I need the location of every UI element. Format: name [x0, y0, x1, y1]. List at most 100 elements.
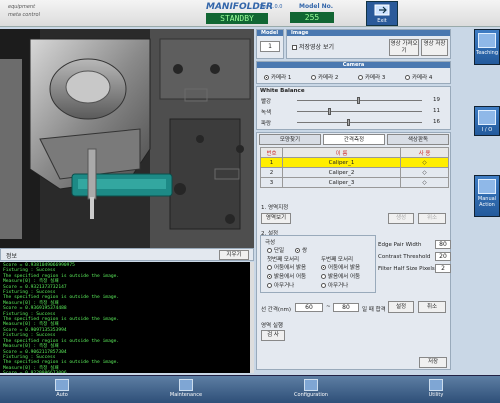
filter-half-size-label: Filter Half Size Pixels — [378, 266, 435, 272]
filter-half-size-input[interactable]: 2 — [435, 264, 451, 273]
region-view-button[interactable]: 영역보기 — [261, 213, 291, 224]
wb-slider-thumb[interactable] — [347, 119, 350, 126]
model-input[interactable]: 1 — [260, 41, 280, 52]
first-edge_opts-radio-3[interactable]: 아무거나 — [267, 281, 306, 290]
row-name: Caliper_2 — [282, 167, 401, 178]
camera-select-title: Camera — [257, 62, 450, 68]
nav-utility[interactable]: Utility — [390, 378, 482, 402]
row-use[interactable]: ◇ — [400, 157, 449, 168]
radio-icon — [405, 75, 410, 80]
wb-slider-thumb[interactable] — [328, 108, 332, 115]
polarity-label: 극성 — [265, 240, 276, 246]
gap-max-input[interactable]: 80 — [333, 303, 359, 312]
header-bar: equipment meta control MANIFOLDER Ver 1.… — [0, 0, 500, 27]
nav-auto[interactable]: Auto — [16, 378, 108, 402]
col-header-use: 사 용 — [400, 147, 449, 158]
camera-radio-4[interactable]: 카메라 4 — [405, 73, 432, 81]
row-use[interactable]: ◇ — [400, 177, 449, 188]
nav-maintenance[interactable]: Maintenance — [140, 378, 232, 402]
teaching-button[interactable]: Teaching — [474, 29, 500, 65]
camera-radio-2[interactable]: 카메라 2 — [311, 73, 338, 81]
contrast-threshold-label: Contrast Threshold — [378, 254, 431, 260]
wb-value: 16 — [433, 119, 440, 125]
nav-maintenance-label: Maintenance — [169, 392, 203, 398]
white-balance-title: White Balance — [260, 88, 305, 94]
manual-action-label: Manual Action — [477, 196, 497, 208]
wb-value: 11 — [433, 108, 440, 114]
log-scrollbar[interactable] — [250, 262, 254, 373]
teaching-label: Teaching — [476, 50, 498, 56]
exit-label: Exit — [377, 18, 387, 24]
manual-action-icon — [478, 179, 496, 194]
polarity-pair-radio[interactable]: 쌍 — [295, 246, 307, 254]
polarity-single-radio[interactable]: 단일 — [267, 246, 284, 254]
nav-configuration[interactable]: Configuration — [265, 378, 357, 402]
wb-slider-thumb[interactable] — [357, 97, 360, 104]
white-balance-panel: White Balance 빨강 19 녹색 11 파랑 16 — [256, 86, 451, 130]
edge-option-label: 밝음에서 어둠 — [274, 274, 307, 280]
tab-3[interactable]: 색상판독 — [387, 134, 449, 145]
first-edge_opts-radio-1[interactable]: 어둠에서 밝음 — [267, 263, 306, 272]
table-row[interactable]: 3 Caliper_3 ◇ — [260, 177, 449, 188]
gap-suffix: 일 때 합격 — [362, 307, 386, 313]
io-icon — [478, 110, 496, 125]
run-inspection-button[interactable]: 검 사 — [261, 330, 285, 341]
gap-min-input[interactable]: 60 — [295, 303, 323, 312]
load-image-button[interactable]: 영상 가져오기 — [389, 39, 419, 56]
col-header-no: 번호 — [260, 147, 283, 158]
delete-region-button[interactable]: 위소 — [418, 213, 446, 224]
second-edge_opts-radio-2[interactable]: 밝음에서 어둠 — [321, 272, 360, 281]
exit-button[interactable]: Exit — [366, 1, 398, 26]
tab-2[interactable]: 간격측정 — [323, 134, 385, 145]
wb-slider-track[interactable] — [297, 122, 422, 123]
save-view-checkbox[interactable]: 저장영상 보기 — [292, 42, 334, 51]
gap-label: 선 간격(nm) — [261, 307, 292, 313]
camera-select-panel: Camera 카메라 1 카메라 2 카메라 3 카메라 4 — [256, 61, 451, 84]
model-panel: Model 1 — [256, 29, 284, 59]
model-no-display: 255 — [290, 12, 334, 23]
maintenance-icon — [179, 379, 193, 391]
cancel-settings-button[interactable]: 취소 — [418, 301, 446, 313]
table-row[interactable]: 1 Caliper_1 ◇ — [260, 157, 449, 168]
save-image-button[interactable]: 영상 저장 — [421, 39, 448, 56]
camera-image — [0, 29, 254, 248]
manual-action-button[interactable]: Manual Action — [474, 175, 500, 217]
row-no: 3 — [260, 177, 283, 188]
model-title: Model — [257, 30, 283, 36]
camera-radio-3[interactable]: 카메라 3 — [358, 73, 385, 81]
bottom-nav-bar: Auto Maintenance Configuration Utility — [0, 375, 500, 403]
radio-icon — [267, 248, 272, 253]
col-header-name: 이 름 — [282, 147, 401, 158]
contrast-threshold-input[interactable]: 20 — [435, 252, 451, 261]
io-button[interactable]: I / O — [474, 106, 500, 136]
second-edge_opts-radio-3[interactable]: 아무거나 — [321, 281, 360, 290]
io-label: I / O — [481, 127, 493, 133]
wb-slider-track[interactable] — [297, 111, 422, 112]
tab-1[interactable]: 모양찾기 — [259, 134, 321, 145]
create-region-button[interactable]: 생성 — [388, 213, 414, 224]
row-use[interactable]: ◇ — [400, 167, 449, 178]
log-console[interactable]: Score = 0.9381049066990975 Fixturing : Su… — [0, 262, 250, 373]
table-row[interactable]: 2 Caliper_2 ◇ — [260, 167, 449, 178]
first-edge_opts-radio-2[interactable]: 밝음에서 어둠 — [267, 272, 306, 281]
radio-icon — [267, 274, 272, 279]
clear-log-button[interactable]: 지우기 — [219, 250, 249, 260]
second-edge_opts-radio-1[interactable]: 어둠에서 밝음 — [321, 263, 360, 272]
camera-radio-1[interactable]: 카메라 1 — [264, 73, 291, 81]
auto-icon — [55, 379, 69, 391]
edge-pair-width-input[interactable]: 80 — [435, 240, 451, 249]
white-balance-row: 파랑 16 — [257, 117, 452, 128]
camera-radio-label: 카메라 3 — [365, 75, 386, 81]
white-balance-row: 빨강 19 — [257, 95, 452, 106]
wb-channel-label: 빨강 — [261, 99, 272, 105]
wb-channel-label: 파랑 — [261, 121, 272, 127]
edge-option-label: 어둠에서 밝음 — [328, 265, 361, 271]
row-no: 1 — [260, 157, 283, 168]
logo-line-2: meta control — [8, 12, 41, 18]
save-settings-button[interactable]: 저장 — [419, 357, 447, 368]
edge-settings-group: 극성 단일 쌍 첫번째 모서리 두번째 모서리 어둠에서 밝음 밝음에서 어둠 아무… — [260, 235, 376, 293]
apply-settings-button[interactable]: 설정 — [388, 301, 414, 313]
white-balance-row: 녹색 11 — [257, 106, 452, 117]
camera-view[interactable] — [0, 29, 254, 248]
section3-title: 영역 실행 — [261, 323, 283, 329]
